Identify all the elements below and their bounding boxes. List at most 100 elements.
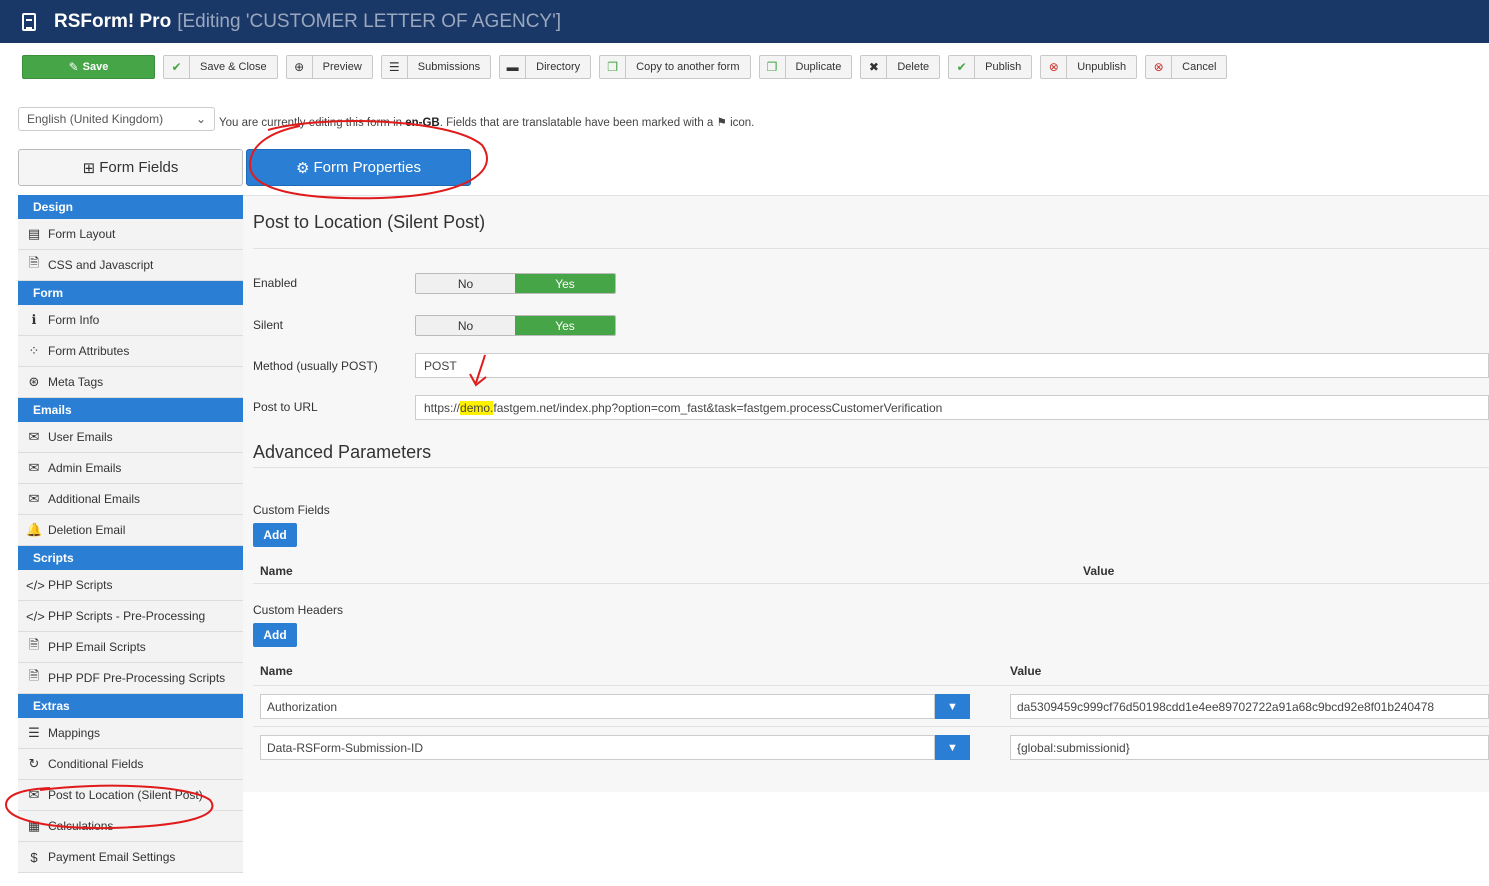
caret-down-icon: ▼: [947, 741, 958, 754]
add-custom-header-button[interactable]: Add: [253, 623, 297, 647]
database-icon: ☰: [28, 725, 40, 740]
silent-toggle[interactable]: No Yes: [415, 315, 616, 336]
sidebar-item-form-layout[interactable]: ▤ Form Layout: [18, 219, 243, 250]
tab-form-properties[interactable]: ⚙ Form Properties: [246, 149, 471, 186]
header-value-input[interactable]: {global:submissionid}: [1010, 735, 1489, 760]
header-name-select[interactable]: Data-RSForm-Submission-ID: [260, 735, 935, 760]
fields-value-col: Value: [1083, 564, 1115, 578]
directory-button[interactable]: ▬ Directory: [499, 55, 592, 79]
divider: [253, 726, 1489, 727]
sidebar-item-deletion-email[interactable]: 🔔 Deletion Email: [18, 515, 243, 546]
x-circle-icon: ⊗: [1041, 56, 1068, 78]
cancel-button[interactable]: ⊗ Cancel: [1145, 55, 1228, 79]
calculator-icon: ▦: [27, 818, 41, 833]
sidebar-item-additional-emails[interactable]: ✉ Additional Emails: [18, 484, 243, 515]
copy-form-button[interactable]: ❐ Copy to another form: [599, 55, 751, 79]
sidebar-item-payment-email[interactable]: $ Payment Email Settings: [18, 842, 243, 873]
toolbar: ✎ Save ✔ Save & Close ⊕ Preview ☰ Submission…: [22, 55, 1228, 79]
headers-name-col: Name: [260, 664, 293, 678]
envelope-icon: ✉: [28, 460, 40, 475]
duplicate-button[interactable]: ❐ Duplicate: [758, 55, 853, 79]
url-label: Post to URL: [253, 400, 318, 414]
refresh-icon: ↻: [28, 756, 40, 771]
header-value-input[interactable]: da5309459c999cf76d50198cdd1e4ee89702722a…: [1010, 694, 1489, 719]
sidebar-item-admin-emails[interactable]: ✉ Admin Emails: [18, 453, 243, 484]
language-select[interactable]: English (United Kingdom) ⌄: [18, 107, 215, 131]
url-input[interactable]: https://demo. fastgem.net/index.php?optio…: [415, 395, 1489, 420]
top-bar: RSForm! Pro [Editing 'CUSTOMER LETTER OF…: [0, 0, 1489, 43]
language-note: You are currently editing this form in e…: [219, 117, 755, 129]
globe-icon: ⊛: [28, 374, 40, 389]
method-input[interactable]: POST: [415, 353, 1489, 378]
code-icon: </>: [26, 577, 45, 593]
header-name-dropdown-button[interactable]: ▼: [935, 694, 970, 719]
sidebar-section-design: Design: [18, 195, 243, 219]
page-subtitle: [Editing 'CUSTOMER LETTER OF AGENCY']: [177, 10, 562, 32]
main-content: Post to Location (Silent Post) Enabled N…: [243, 195, 1489, 792]
method-label: Method (usually POST): [253, 359, 378, 373]
check-icon: ✔: [949, 56, 976, 78]
flag-icon: ⚑: [716, 117, 727, 129]
sidebar: Design ▤ Form Layout 🗎 CSS and Javascript …: [18, 195, 243, 873]
sidebar-item-php-pdf[interactable]: 🗎 PHP PDF Pre-Processing Scripts: [18, 663, 243, 694]
enabled-no[interactable]: No: [416, 274, 515, 293]
add-custom-field-button[interactable]: Add: [253, 523, 297, 547]
enabled-yes[interactable]: Yes: [515, 274, 615, 293]
enabled-toggle[interactable]: No Yes: [415, 273, 616, 294]
duplicate-icon: ❐: [760, 56, 786, 78]
pdf-file-icon: 🗎: [28, 668, 40, 683]
preview-button[interactable]: ⊕ Preview: [285, 55, 373, 79]
sidebar-item-calculations[interactable]: ▦ Calculations: [18, 811, 243, 842]
save-button[interactable]: ✎ Save: [22, 55, 155, 79]
sidebar-item-user-emails[interactable]: ✉ User Emails: [18, 422, 243, 453]
dollar-icon: $: [30, 849, 38, 865]
header-name-select[interactable]: Authorization: [260, 694, 935, 719]
advanced-title: Advanced Parameters: [253, 442, 432, 462]
sidebar-item-post-location[interactable]: ✉ Post to Location (Silent Post): [18, 780, 243, 811]
tab-form-fields[interactable]: ⊞ Form Fields: [18, 149, 243, 186]
sidebar-item-meta-tags[interactable]: ⊛ Meta Tags: [18, 367, 243, 398]
database-icon: ☰: [382, 56, 408, 78]
sidebar-section-form: Form: [18, 281, 243, 305]
folder-icon: ▬: [500, 56, 527, 78]
code-file-icon: 🗎: [28, 255, 40, 270]
code-icon: </>: [26, 608, 45, 624]
plus-circle-icon: ⊕: [287, 56, 313, 78]
save-close-button[interactable]: ✔ Save & Close: [163, 55, 278, 79]
submissions-button[interactable]: ☰ Submissions: [380, 55, 492, 79]
sidebar-item-form-attributes[interactable]: ⁘ Form Attributes: [18, 336, 243, 367]
sidebar-item-php-email[interactable]: 🗎 PHP Email Scripts: [18, 632, 243, 663]
sidebar-section-extras: Extras: [18, 694, 243, 718]
app-title: RSForm! Pro: [54, 10, 172, 32]
custom-fields-label: Custom Fields: [253, 503, 330, 517]
sidebar-item-form-info[interactable]: ℹ Form Info: [18, 305, 243, 336]
sidebar-item-mappings[interactable]: ☰ Mappings: [18, 718, 243, 749]
sidebar-item-css-js[interactable]: 🗎 CSS and Javascript: [18, 250, 243, 281]
caret-down-icon: ▼: [947, 700, 958, 713]
divider: [253, 685, 1489, 686]
envelope-icon: ✉: [28, 787, 40, 802]
sidebar-item-conditional[interactable]: ↻ Conditional Fields: [18, 749, 243, 780]
attributes-icon: ⁘: [28, 343, 40, 358]
close-icon: ✖: [861, 56, 888, 78]
chevron-down-icon: ⌄: [195, 112, 206, 126]
custom-headers-label: Custom Headers: [253, 603, 344, 617]
fields-name-col: Name: [260, 564, 293, 578]
publish-button[interactable]: ✔ Publish: [948, 55, 1033, 79]
language-bar: English (United Kingdom) ⌄ You are curre…: [18, 107, 754, 131]
header-name-dropdown-button[interactable]: ▼: [935, 735, 970, 760]
info-icon: ℹ: [31, 312, 37, 327]
document-icon: [22, 12, 36, 31]
silent-yes[interactable]: Yes: [515, 316, 615, 335]
delete-button[interactable]: ✖ Delete: [860, 55, 941, 79]
unpublish-button[interactable]: ⊗ Unpublish: [1040, 55, 1138, 79]
silent-label: Silent: [253, 318, 284, 332]
section-title: Post to Location (Silent Post): [253, 212, 486, 232]
sidebar-item-php-scripts[interactable]: </> PHP Scripts: [18, 570, 243, 601]
copy-icon: ❐: [600, 56, 627, 78]
sidebar-item-php-pre[interactable]: </> PHP Scripts - Pre-Processing: [18, 601, 243, 632]
envelope-square-icon: ✉: [28, 491, 40, 506]
silent-no[interactable]: No: [416, 316, 515, 335]
sidebar-section-emails: Emails: [18, 398, 243, 422]
x-circle-icon: ⊗: [1146, 56, 1173, 78]
